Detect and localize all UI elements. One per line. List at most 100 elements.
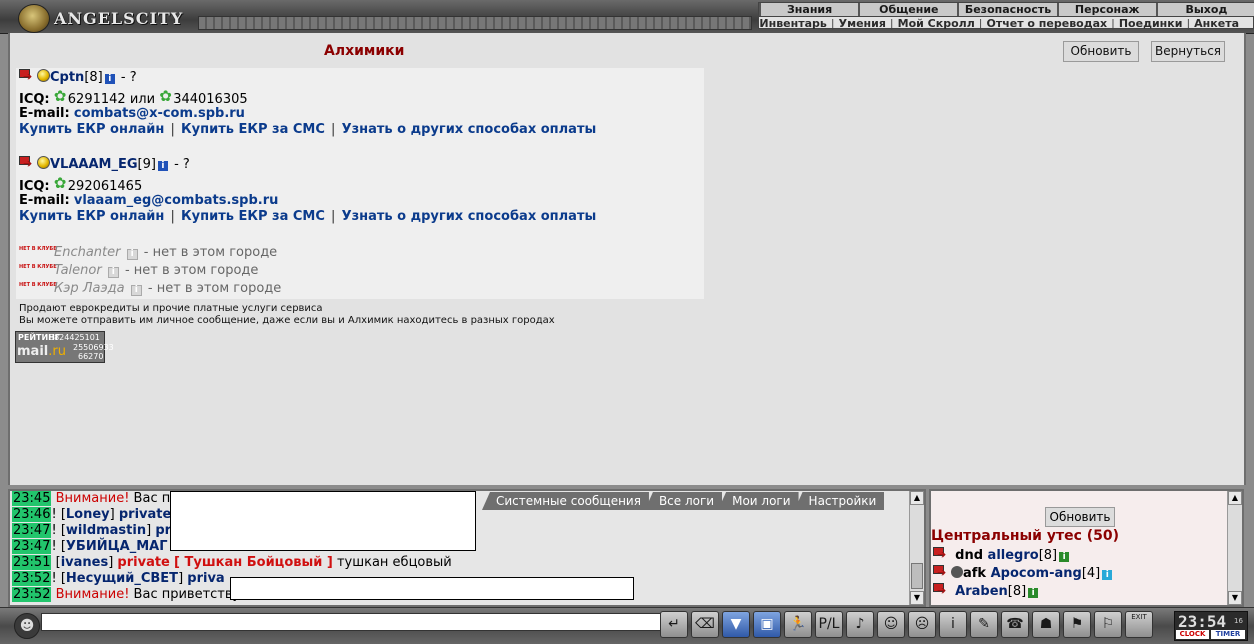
info-icon[interactable]: i: [1102, 570, 1113, 580]
player-nick[interactable]: Araben: [955, 584, 1008, 599]
refresh-button[interactable]: Обновить: [1063, 41, 1139, 62]
tab-my-logs[interactable]: Мои логи: [718, 492, 799, 510]
message-time[interactable]: 23:47: [12, 539, 52, 554]
menu-communication[interactable]: Общение: [858, 3, 957, 16]
other-payment-link[interactable]: Узнать о других способах оплаты: [342, 209, 597, 224]
private-message-icon[interactable]: [933, 547, 951, 561]
message-time[interactable]: 23:51: [12, 555, 52, 570]
submenu-battles[interactable]: Поединки: [1119, 17, 1183, 30]
flag-icon[interactable]: ⚐: [1094, 611, 1122, 638]
info-icon[interactable]: i: [104, 74, 115, 84]
message-user[interactable]: Несущий_СВЕТ: [66, 571, 178, 586]
info-icon[interactable]: i: [107, 267, 119, 278]
menu-knowledge[interactable]: Знания: [759, 3, 858, 16]
private-message-icon[interactable]: [19, 156, 37, 170]
other-payment-link[interactable]: Узнать о других способах оплаты: [342, 122, 597, 137]
message-time[interactable]: 23:47: [12, 523, 52, 538]
sound-icon[interactable]: ☎: [1001, 611, 1029, 638]
counter-value: 8824425101: [49, 333, 100, 342]
top-bar: ANGELSCITY Знания Общение Безопасность П…: [0, 0, 1254, 34]
info-icon[interactable]: i: [939, 611, 967, 638]
scroll-icon[interactable]: ✎: [970, 611, 998, 638]
scroll-up-icon[interactable]: ▲: [910, 491, 924, 505]
filter-icon[interactable]: ▼: [722, 611, 750, 638]
exit-icon[interactable]: EXIT: [1125, 611, 1153, 638]
offline-nick[interactable]: Enchanter: [54, 245, 121, 260]
private-message-icon[interactable]: [933, 565, 951, 579]
email-link[interactable]: combats@x-com.spb.ru: [74, 106, 245, 121]
message-user[interactable]: wildmastin: [66, 523, 146, 538]
system-warning: Внимание!: [55, 587, 130, 602]
chat-scrollbar[interactable]: ▲ ▼: [909, 491, 924, 605]
tab-all-logs[interactable]: Все логи: [644, 492, 723, 510]
face-icon[interactable]: ☹: [908, 611, 936, 638]
private-marker: private: [117, 555, 170, 570]
scroll-thumb[interactable]: [911, 563, 923, 589]
private-message-icon[interactable]: [19, 69, 37, 83]
buy-ekr-online-link[interactable]: Купить ЕКР онлайн: [19, 209, 164, 224]
location-scrollbar[interactable]: ▲ ▼: [1227, 491, 1242, 605]
menu-exit[interactable]: Выход: [1155, 3, 1254, 16]
offline-status: - нет в этом городе: [124, 263, 259, 278]
scroll-down-icon[interactable]: ▼: [1228, 591, 1242, 605]
clock-button[interactable]: CLOCK: [1176, 630, 1209, 639]
submenu-skills[interactable]: Умения: [839, 17, 886, 30]
info-icon[interactable]: i: [157, 161, 168, 171]
email-link[interactable]: vlaaam_eg@combats.spb.ru: [74, 193, 279, 208]
icq-label: ICQ:: [19, 179, 50, 194]
info-icon[interactable]: i: [130, 285, 142, 296]
send-icon[interactable]: ↵: [660, 611, 688, 638]
message-time[interactable]: 23:45: [12, 491, 52, 506]
menu-security[interactable]: Безопасность: [957, 3, 1056, 16]
message-time[interactable]: 23:46: [12, 507, 52, 522]
music-icon[interactable]: ♪: [846, 611, 874, 638]
submenu-inventory[interactable]: Инвентарь: [759, 17, 826, 30]
merchant-nick[interactable]: Cptn: [50, 70, 84, 85]
message-time[interactable]: 23:52: [12, 571, 52, 586]
chat-overlay-box: [230, 577, 634, 600]
message-recipient[interactable]: [ Тушкан Бойцовый ]: [174, 555, 333, 570]
game-clock[interactable]: 23:54 16 CLOCK TIMER: [1174, 611, 1248, 641]
scroll-down-icon[interactable]: ▼: [910, 591, 924, 605]
smiley-icon[interactable]: ☺: [877, 611, 905, 638]
submenu-transfer-report[interactable]: Отчет о переводах: [986, 17, 1107, 30]
submenu-my-scroll[interactable]: Мой Скролл: [898, 17, 975, 30]
tab-settings[interactable]: Настройки: [794, 492, 885, 510]
player-nick[interactable]: Apocom-ang: [991, 566, 1082, 581]
timer-button[interactable]: TIMER: [1211, 630, 1245, 639]
eraser-icon[interactable]: ⌫: [691, 611, 719, 638]
info-icon[interactable]: i: [126, 249, 138, 260]
message-user[interactable]: УБИЙЦА_МАГ: [66, 539, 168, 554]
message-time[interactable]: 23:52: [12, 587, 52, 602]
buy-ekr-sms-link[interactable]: Купить ЕКР за СМС: [181, 209, 325, 224]
not-in-club-badge: НЕТ В КЛУБЕ: [19, 245, 57, 252]
bag-icon[interactable]: ☗: [1032, 611, 1060, 638]
speaker-head-icon[interactable]: ☻: [14, 613, 40, 639]
running-man-icon[interactable]: 🏃: [784, 611, 812, 638]
save-icon[interactable]: ▣: [753, 611, 781, 638]
message-user[interactable]: Loney: [66, 507, 110, 522]
buy-ekr-sms-link[interactable]: Купить ЕКР за СМС: [181, 122, 325, 137]
location-refresh-button[interactable]: Обновить: [1045, 507, 1115, 527]
menu-character[interactable]: Персонаж: [1056, 3, 1156, 16]
player-status: afk: [963, 566, 991, 581]
buy-ekr-online-link[interactable]: Купить ЕКР онлайн: [19, 122, 164, 137]
merchant-nick[interactable]: VLAAAM_EG: [50, 157, 138, 172]
chat-input[interactable]: [41, 613, 663, 631]
player-nick[interactable]: allegro: [988, 548, 1039, 563]
private-message-icon[interactable]: [933, 583, 951, 597]
offline-nick[interactable]: Кэр Лаэда: [54, 281, 125, 296]
info-icon[interactable]: i: [1028, 588, 1039, 598]
clock-seconds: 16: [1234, 617, 1243, 625]
scroll-up-icon[interactable]: ▲: [1228, 491, 1242, 505]
back-button[interactable]: Вернуться: [1151, 41, 1225, 62]
offline-nick[interactable]: Talenor: [54, 263, 102, 278]
icq-flower-icon: [54, 175, 68, 191]
info-icon[interactable]: i: [1059, 552, 1070, 562]
pl-icon[interactable]: P/L: [815, 611, 843, 638]
submenu-profile[interactable]: Анкета: [1194, 17, 1239, 30]
message-user[interactable]: ivanes: [61, 555, 109, 570]
gift-icon[interactable]: ⚑: [1063, 611, 1091, 638]
tab-system-messages[interactable]: Системные сообщения: [482, 492, 649, 510]
mail-ru-rating-counter[interactable]: РЕЙТИНГ 8824425101 mail.ru 25506933 6627…: [15, 331, 114, 363]
